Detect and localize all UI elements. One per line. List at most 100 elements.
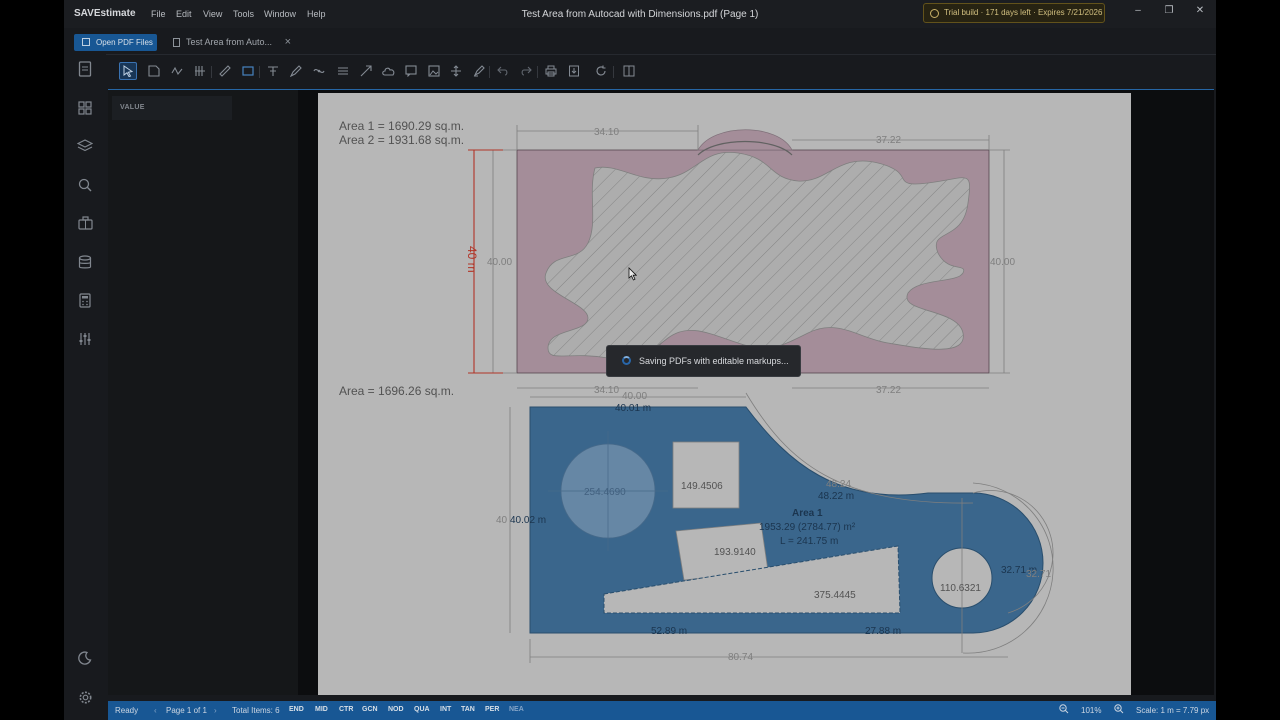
restore-icon[interactable]: ❐: [1161, 4, 1177, 18]
snap-int[interactable]: INT: [440, 706, 451, 713]
settings-gear-icon[interactable]: [76, 688, 94, 706]
menu-edit[interactable]: Edit: [176, 9, 192, 19]
toolbar-separator: [489, 66, 490, 78]
database-icon[interactable]: [76, 253, 94, 271]
trial-badge-text: Trial build · 171 days left · Expires 7/…: [944, 8, 1103, 17]
left-rail: [64, 54, 106, 703]
text-tool-icon[interactable]: [264, 62, 282, 80]
area-note-3: Area = 1696.26 sq.m.: [339, 384, 454, 398]
minimize-icon[interactable]: –: [1130, 4, 1146, 18]
redo-icon[interactable]: [517, 62, 535, 80]
snap-nea[interactable]: NEA: [509, 706, 524, 713]
area-1-label: Area 1: [792, 508, 823, 519]
measure-tool-icon[interactable]: [216, 62, 234, 80]
select-tool-icon[interactable]: [119, 62, 137, 80]
spinner-icon: [622, 356, 631, 365]
menu-help[interactable]: Help: [307, 9, 326, 19]
briefcase-icon[interactable]: [76, 214, 94, 232]
dim-arc-gray: 48.24: [826, 479, 851, 490]
path-tool-icon[interactable]: [310, 62, 328, 80]
open-pdf-files-button[interactable]: Open PDF Files: [74, 34, 157, 51]
properties-panel: VALUE: [108, 89, 298, 695]
dark-mode-icon[interactable]: [76, 649, 94, 667]
snap-per[interactable]: PER: [485, 706, 499, 713]
dim-bottom-b: 27.88 m: [865, 626, 901, 637]
toolbar-separator: [259, 66, 260, 78]
dim-lower-left: 40.02 m: [510, 515, 546, 526]
snap-tan[interactable]: TAN: [461, 706, 475, 713]
print-icon[interactable]: [542, 62, 560, 80]
area-note-2: Area 2 = 1931.68 sq.m.: [339, 133, 464, 147]
tab-document[interactable]: Test Area from Auto... ×: [162, 33, 297, 52]
square-cutout[interactable]: [672, 441, 740, 509]
saving-toast: Saving PDFs with editable markups...: [606, 345, 801, 377]
menu-window[interactable]: Window: [264, 9, 296, 19]
markup-toolbar: [108, 56, 1214, 86]
snap-mid[interactable]: MID: [315, 706, 328, 713]
count-tool-icon[interactable]: [191, 62, 209, 80]
title-bar: SAVEstimate File Edit View Tools Window …: [64, 0, 1216, 28]
area-note-1: Area 1 = 1690.29 sq.m.: [339, 119, 464, 133]
wedge-value: 375.4445: [814, 590, 856, 601]
zoom-in-icon[interactable]: [1114, 704, 1124, 716]
hatch-pattern: [545, 152, 970, 360]
menu-tools[interactable]: Tools: [233, 9, 254, 19]
move-tool-icon[interactable]: [447, 62, 465, 80]
dim-lower-top: 40.01 m: [615, 403, 651, 414]
export-icon[interactable]: [565, 62, 583, 80]
mouse-cursor-icon: [628, 267, 637, 281]
prev-page-icon[interactable]: ‹: [154, 706, 157, 715]
pdf-canvas[interactable]: Area 1 = 1690.29 sq.m. Area 2 = 1931.68 …: [298, 89, 1214, 695]
toolbar-separator: [613, 66, 614, 78]
highlighter-tool-icon[interactable]: [470, 62, 488, 80]
close-window-icon[interactable]: ✕: [1192, 4, 1208, 18]
snap-nod[interactable]: NOD: [388, 706, 404, 713]
area-1-length: L = 241.75 m: [780, 536, 838, 547]
document-icon: [173, 38, 180, 47]
note-tool-icon[interactable]: [402, 62, 420, 80]
split-view-icon[interactable]: [620, 62, 638, 80]
menu-file[interactable]: File: [151, 9, 166, 19]
thumbnails-icon[interactable]: [76, 99, 94, 117]
calculator-icon[interactable]: [76, 291, 94, 309]
polyline-tool-icon[interactable]: [168, 62, 186, 80]
small-circle-value: 110.6321: [940, 583, 981, 594]
menu-view[interactable]: View: [203, 9, 222, 19]
pen-tool-icon[interactable]: [287, 62, 305, 80]
dimension-tool-icon[interactable]: [334, 62, 352, 80]
cloud-tool-icon[interactable]: [379, 62, 397, 80]
dim-circle-right-gray: 32.71: [1026, 569, 1051, 580]
page-indicator: Page 1 of 1: [166, 706, 207, 715]
tab-document-label: Test Area from Auto...: [186, 37, 273, 47]
dim-left: 40.00: [487, 257, 512, 268]
zoom-level[interactable]: 101%: [1081, 706, 1101, 715]
dim-right: 40.00: [990, 257, 1015, 268]
undo-icon[interactable]: [494, 62, 512, 80]
arrow-tool-icon[interactable]: [357, 62, 375, 80]
toolbar-separator: [211, 66, 212, 78]
rectangle-tool-icon[interactable]: [239, 62, 257, 80]
dim-total: 80.74: [728, 652, 753, 663]
dim-top-right: 37.22: [876, 135, 901, 146]
value-column-header[interactable]: VALUE: [112, 96, 232, 120]
toast-message: Saving PDFs with editable markups...: [639, 356, 789, 366]
snap-end[interactable]: END: [289, 706, 304, 713]
refresh-icon[interactable]: [592, 62, 610, 80]
image-tool-icon[interactable]: [425, 62, 443, 80]
app-brand: SAVEstimate: [74, 8, 136, 19]
sliders-icon[interactable]: [76, 330, 94, 348]
dim-arc: 48.22 m: [818, 491, 854, 502]
snap-qua[interactable]: QUA: [414, 706, 430, 713]
area-tool-icon[interactable]: [145, 62, 163, 80]
status-bar: Ready ‹ Page 1 of 1 › Total Items: 6 END…: [108, 701, 1216, 720]
pdf-page[interactable]: Area 1 = 1690.29 sq.m. Area 2 = 1931.68 …: [318, 93, 1131, 695]
pages-icon[interactable]: [76, 60, 94, 78]
next-page-icon[interactable]: ›: [214, 706, 217, 715]
tab-close-icon[interactable]: ×: [285, 33, 291, 52]
search-icon[interactable]: [76, 176, 94, 194]
zoom-out-icon[interactable]: [1059, 704, 1069, 716]
layers-icon[interactable]: [76, 137, 94, 155]
snap-ctr[interactable]: CTR: [339, 706, 353, 713]
snap-gcn[interactable]: GCN: [362, 706, 378, 713]
open-pdf-files-label: Open PDF Files: [96, 38, 153, 47]
